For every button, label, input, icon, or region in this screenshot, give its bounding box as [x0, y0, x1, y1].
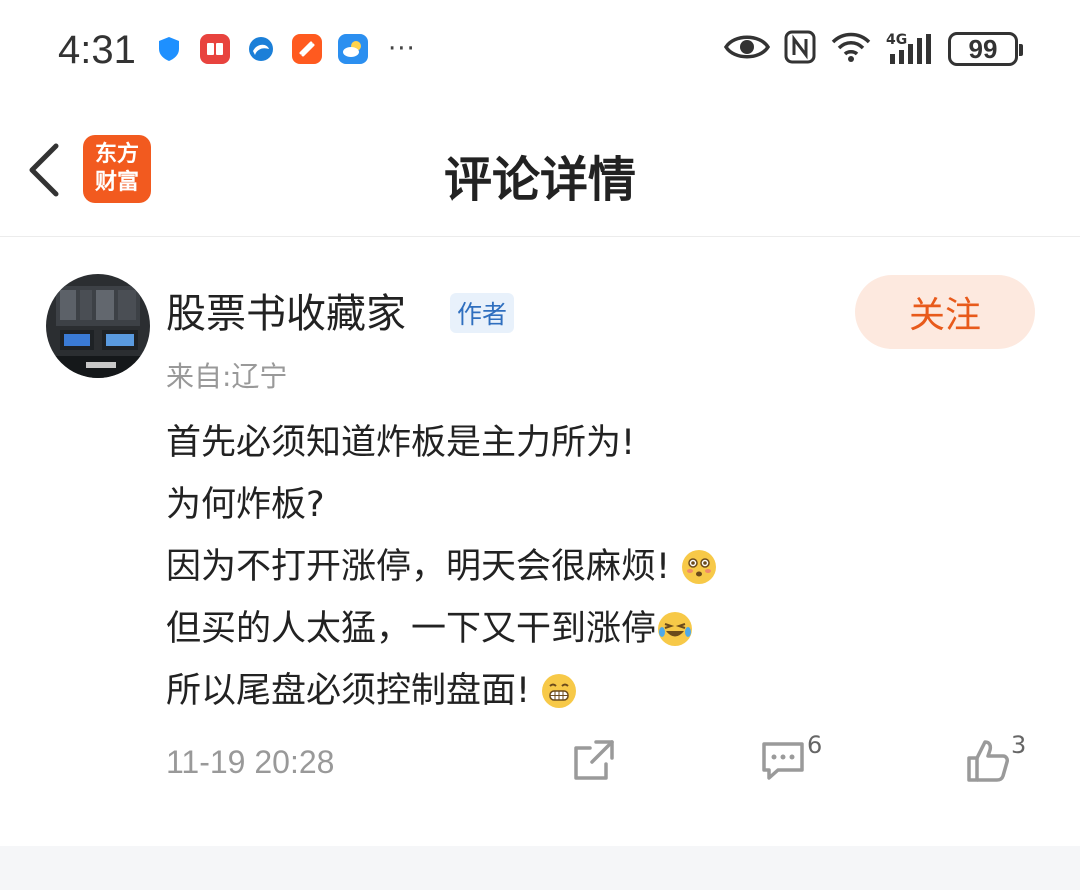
comment-line-text: 首先必须知道炸板是主力所为!: [166, 423, 636, 463]
wifi-icon: [830, 31, 872, 67]
comment-line: 因为不打开涨停，明天会很麻烦!: [166, 536, 717, 598]
eye-icon: [723, 32, 771, 66]
shield-icon: [154, 34, 184, 64]
flushed-emoji-icon: [682, 550, 717, 584]
comment-timestamp: 11-19 20:28: [166, 744, 335, 780]
comment-line-text: 所以尾盘必须控制盘面!: [166, 671, 531, 711]
like-count: 3: [1011, 731, 1027, 759]
reply-count: 6: [807, 731, 823, 759]
thumbs-up-icon: [965, 738, 1011, 788]
comment-content: 首先必须知道炸板是主力所为! 为何炸板? 因为不打开涨停，明天会很麻烦! 但买的…: [166, 412, 717, 722]
section-divider: [0, 846, 1080, 890]
username[interactable]: 股票书收藏家: [166, 281, 406, 339]
avatar[interactable]: [46, 274, 150, 378]
follow-button[interactable]: 关注: [855, 275, 1035, 349]
comment-line: 首先必须知道炸板是主力所为!: [166, 412, 716, 474]
comment-line: 为何炸板?: [166, 474, 716, 536]
comment-line: 但买的人太猛，一下又干到涨停: [166, 598, 716, 660]
book-icon: [200, 34, 230, 64]
status-bar: 4:31 ··· 4G 99: [0, 0, 1080, 100]
location-label: 来自:辽宁: [166, 360, 288, 393]
system-status: 4G 99: [723, 30, 1023, 68]
browser-icon: [246, 34, 276, 64]
weather-icon: [338, 34, 368, 64]
share-button[interactable]: [572, 738, 616, 786]
comment-line-text: 因为不打开涨停，明天会很麻烦!: [166, 547, 671, 587]
comment-line-text: 但买的人太猛，一下又干到涨停: [166, 609, 657, 649]
comment-line-text: 为何炸板?: [166, 485, 325, 525]
reply-button[interactable]: [760, 738, 806, 786]
more-notifications-icon: ···: [388, 34, 416, 64]
comment-line: 所以尾盘必须控制盘面!: [166, 660, 716, 722]
video-icon: [292, 34, 322, 64]
signal-4g-icon: 4G: [886, 32, 934, 66]
grin-emoji-icon: [542, 674, 577, 708]
nfc-icon: [784, 30, 816, 68]
laughing-tears-emoji-icon: [658, 612, 693, 646]
like-button[interactable]: [965, 738, 1011, 788]
navigation-bar: 东方 财富 评论详情: [0, 100, 1080, 237]
comment-icon: [760, 738, 806, 786]
share-icon: [572, 738, 616, 786]
page-title: 评论详情: [443, 152, 636, 208]
author-badge: 作者: [450, 293, 515, 333]
notification-icons: ···: [154, 34, 416, 64]
battery-indicator: 99: [948, 32, 1023, 66]
status-time: 4:31: [58, 28, 136, 72]
